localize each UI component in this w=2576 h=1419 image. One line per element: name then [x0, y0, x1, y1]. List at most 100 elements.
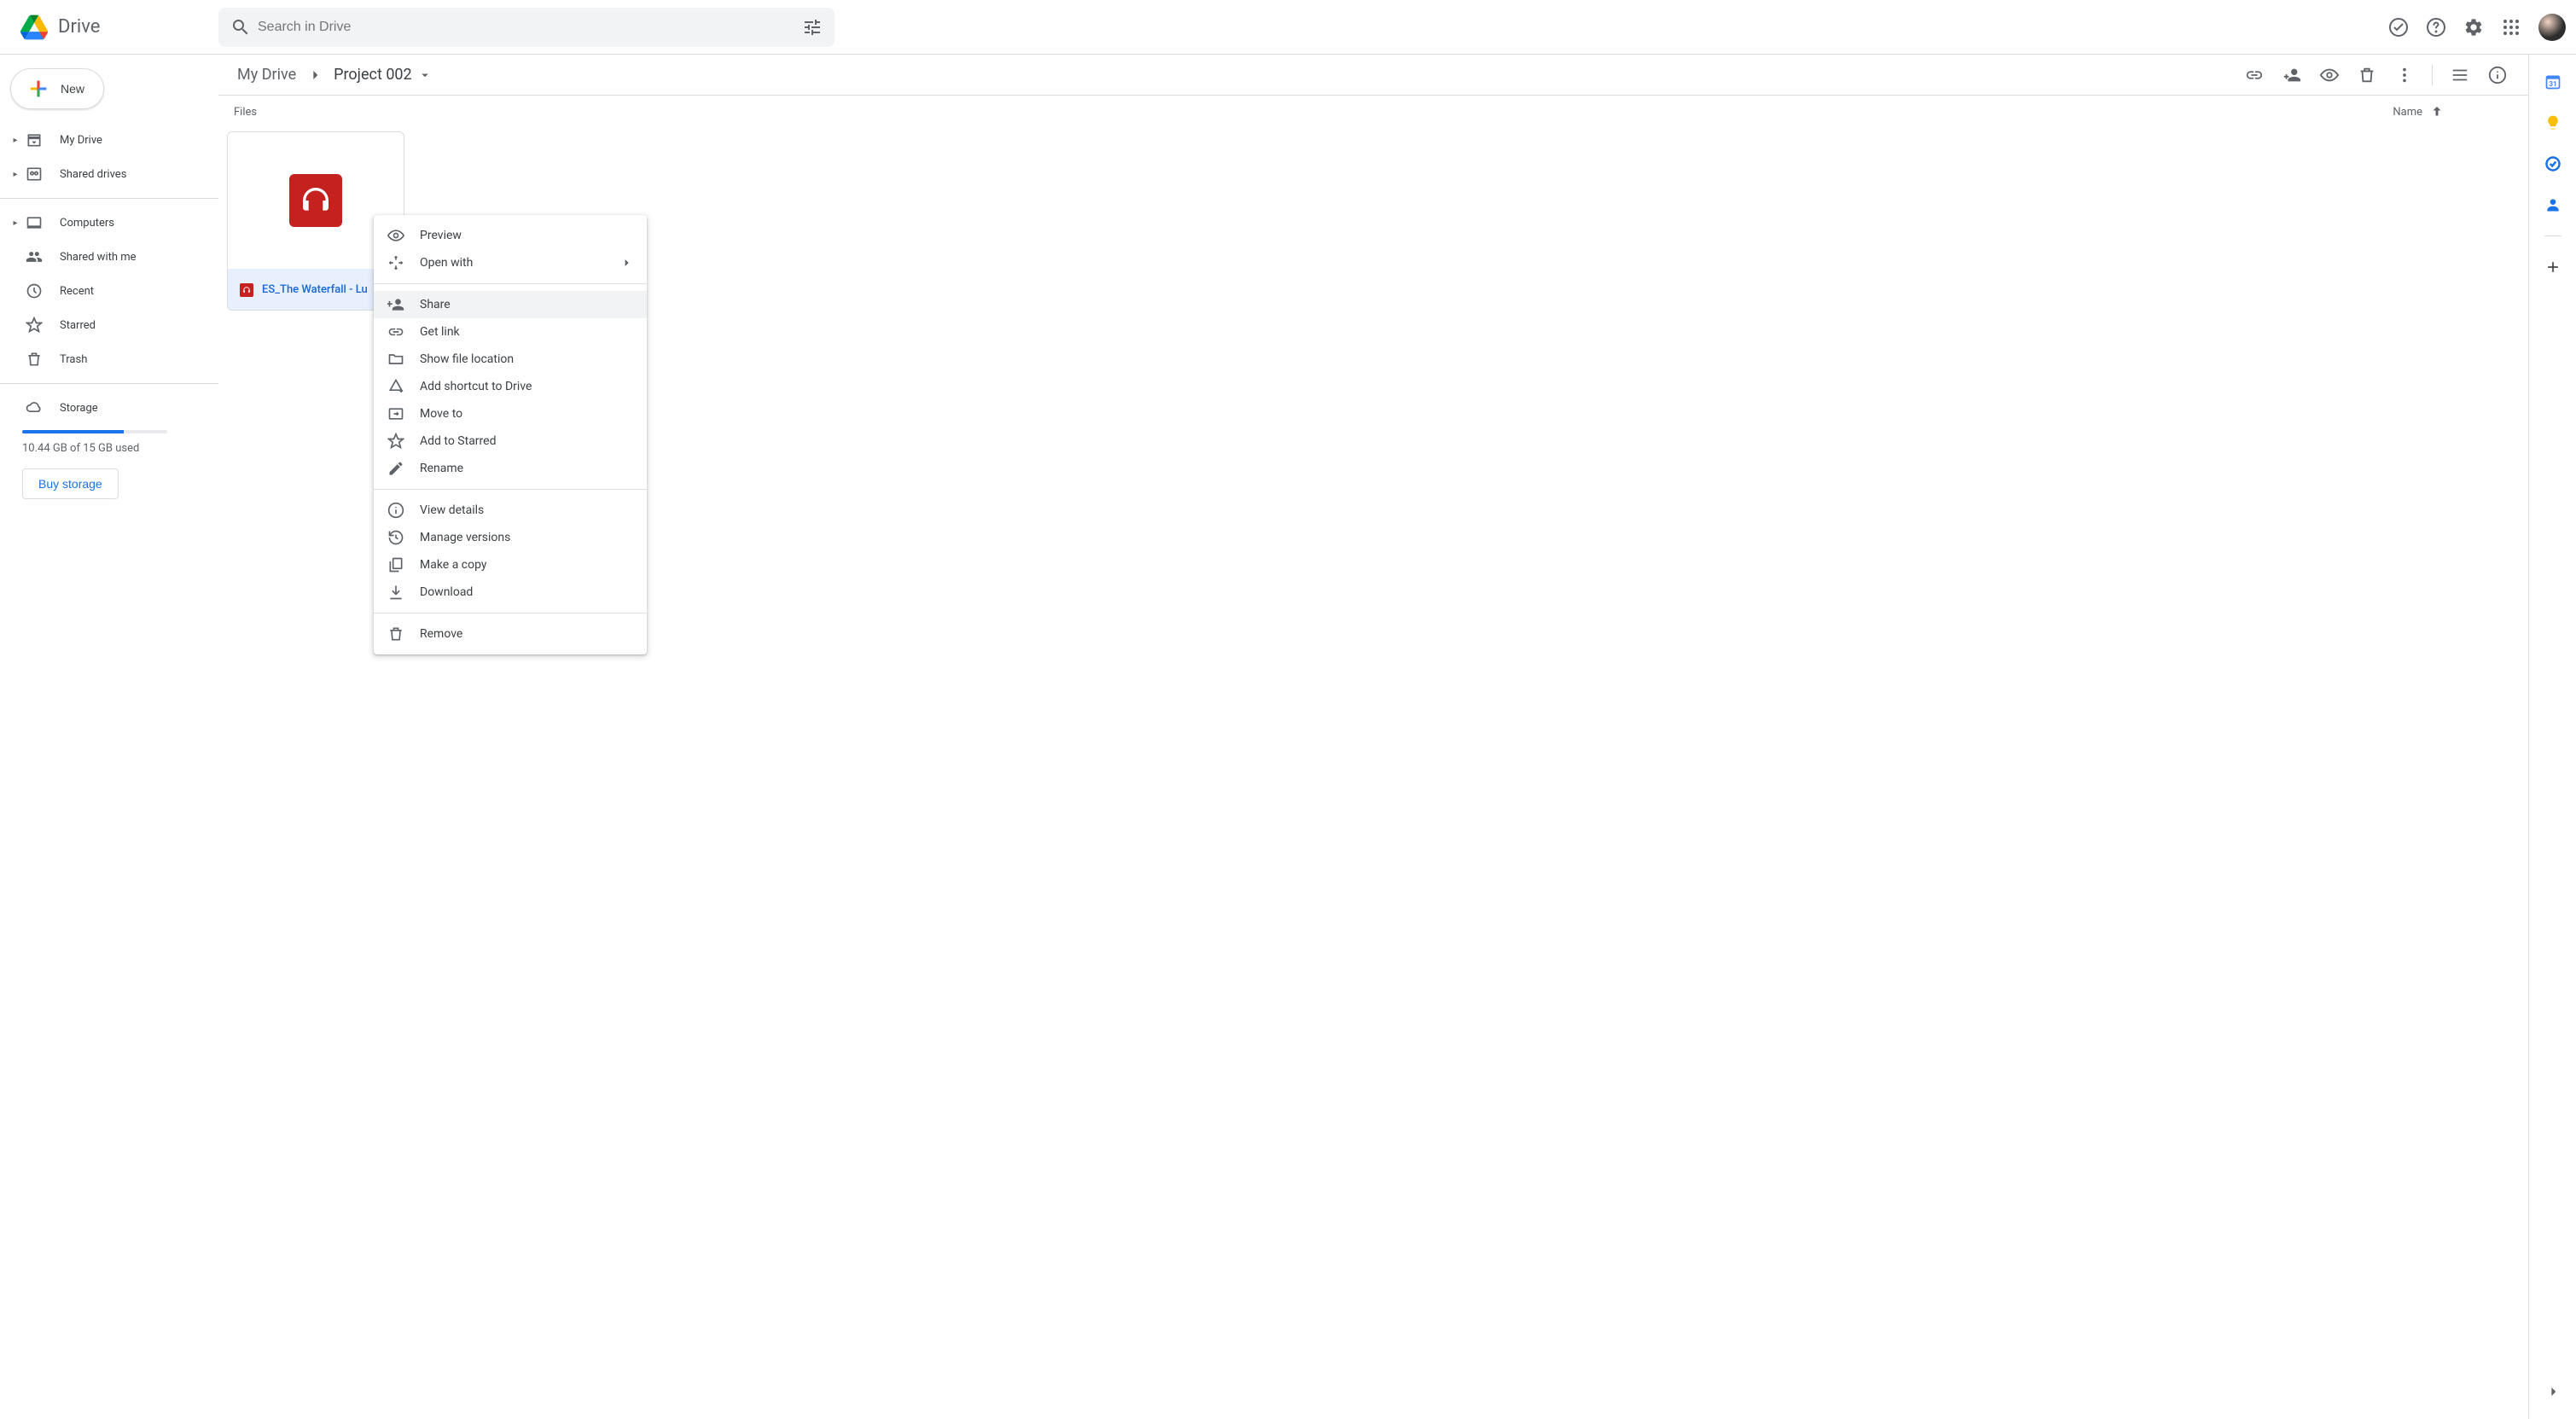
account-avatar[interactable] — [2538, 14, 2566, 41]
sidebar-item-recent[interactable]: Recent — [0, 274, 218, 308]
share-icon[interactable] — [2275, 58, 2309, 92]
ctx-add-shortcut[interactable]: Add shortcut to Drive — [374, 373, 647, 400]
copy-icon — [387, 556, 404, 573]
get-link-icon[interactable] — [2237, 58, 2271, 92]
list-view-icon[interactable] — [2443, 58, 2477, 92]
nav-label: Computers — [60, 217, 114, 230]
ctx-add-starred[interactable]: Add to Starred — [374, 427, 647, 455]
chevron-right-icon — [306, 67, 323, 84]
trash-icon — [24, 349, 44, 369]
sidebar: New ▸ My Drive ▸ Shared drives ▸ Compute… — [0, 55, 218, 1419]
ctx-preview[interactable]: Preview — [374, 222, 647, 249]
sidebar-item-computers[interactable]: ▸ Computers — [0, 206, 218, 240]
main-content: My Drive Project 002 — [218, 55, 2528, 1419]
support-icon[interactable] — [2419, 10, 2453, 44]
sidebar-item-shared-with-me[interactable]: Shared with me — [0, 240, 218, 274]
breadcrumb: My Drive Project 002 — [232, 62, 438, 87]
remove-icon[interactable] — [2350, 58, 2384, 92]
breadcrumb-root[interactable]: My Drive — [232, 62, 301, 87]
ctx-open-with[interactable]: Open with — [374, 249, 647, 276]
search-options-icon[interactable] — [795, 10, 829, 44]
ctx-make-copy[interactable]: Make a copy — [374, 551, 647, 579]
sidebar-item-storage[interactable]: Storage — [0, 391, 218, 425]
preview-icon[interactable] — [2312, 58, 2346, 92]
buy-storage-button[interactable]: Buy storage — [22, 468, 119, 499]
details-icon[interactable] — [2480, 58, 2515, 92]
download-icon — [387, 584, 404, 601]
list-header: Files Name — [218, 96, 2528, 128]
ctx-share[interactable]: Share — [374, 291, 647, 318]
files-heading: Files — [234, 106, 257, 119]
nav-label: Trash — [60, 353, 87, 366]
ctx-download[interactable]: Download — [374, 579, 647, 606]
header: Drive — [0, 0, 2576, 55]
recent-icon — [24, 281, 44, 301]
apps-icon[interactable] — [2494, 10, 2528, 44]
sort-by-name[interactable]: Name — [2393, 104, 2513, 119]
search-input[interactable] — [258, 20, 795, 35]
drive-shortcut-icon — [387, 378, 404, 395]
audio-file-small-icon — [240, 283, 253, 297]
ctx-get-link[interactable]: Get link — [374, 318, 647, 346]
context-menu: Preview Open with Share Get link — [374, 215, 647, 654]
ctx-show-location[interactable]: Show file location — [374, 346, 647, 373]
new-button-label: New — [61, 82, 84, 96]
drive-logo-icon — [17, 10, 51, 44]
sidebar-item-trash[interactable]: Trash — [0, 342, 218, 376]
ctx-manage-versions[interactable]: Manage versions — [374, 524, 647, 551]
expand-icon[interactable]: ▸ — [7, 170, 24, 179]
dropdown-icon — [417, 67, 433, 83]
storage-icon — [24, 398, 44, 418]
shared-drives-icon — [24, 164, 44, 184]
keep-app-icon[interactable] — [2536, 106, 2570, 140]
expand-icon[interactable]: ▸ — [7, 218, 24, 228]
move-icon — [387, 405, 404, 422]
toolbar: My Drive Project 002 — [218, 55, 2528, 96]
sidebar-item-starred[interactable]: Starred — [0, 308, 218, 342]
storage-text: 10.44 GB of 15 GB used — [22, 442, 198, 455]
info-icon — [387, 502, 404, 519]
new-button[interactable]: New — [10, 68, 104, 109]
sidebar-item-shared-drives[interactable]: ▸ Shared drives — [0, 157, 218, 191]
ctx-remove[interactable]: Remove — [374, 620, 647, 648]
nav-label: Recent — [60, 285, 94, 298]
storage-bar — [22, 430, 167, 433]
star-icon — [387, 433, 404, 450]
svg-text:31: 31 — [2549, 80, 2557, 89]
trash-icon — [387, 625, 404, 643]
computers-icon — [24, 212, 44, 233]
open-with-icon — [387, 254, 404, 271]
nav-label: My Drive — [60, 134, 102, 147]
starred-icon — [24, 315, 44, 335]
expand-icon[interactable]: ▸ — [7, 136, 24, 145]
collapse-panel-icon[interactable] — [2536, 1375, 2570, 1409]
ctx-rename[interactable]: Rename — [374, 455, 647, 482]
settings-icon[interactable] — [2457, 10, 2491, 44]
history-icon — [387, 529, 404, 546]
search-icon[interactable] — [224, 10, 258, 44]
tasks-app-icon[interactable] — [2536, 147, 2570, 181]
chevron-right-icon — [619, 256, 633, 270]
add-app-icon[interactable] — [2536, 250, 2570, 284]
search-bar[interactable] — [218, 8, 834, 47]
file-name: ES_The Waterfall - Lu — [262, 283, 368, 296]
more-actions-icon[interactable] — [2387, 58, 2422, 92]
breadcrumb-current[interactable]: Project 002 — [329, 62, 438, 87]
side-panel: 31 — [2528, 55, 2576, 1419]
contacts-app-icon[interactable] — [2536, 188, 2570, 222]
offline-ready-icon[interactable] — [2381, 10, 2416, 44]
logo-area[interactable]: Drive — [7, 10, 218, 44]
link-icon — [387, 323, 404, 340]
nav-label: Starred — [60, 319, 96, 332]
arrow-up-icon — [2429, 104, 2445, 119]
ctx-view-details[interactable]: View details — [374, 497, 647, 524]
nav-label: Storage — [60, 402, 98, 415]
ctx-move-to[interactable]: Move to — [374, 400, 647, 427]
calendar-app-icon[interactable]: 31 — [2536, 65, 2570, 99]
folder-icon — [387, 351, 404, 368]
files-area[interactable]: ES_The Waterfall - Lu Preview Open with — [218, 128, 2528, 1419]
eye-icon — [387, 227, 404, 244]
plus-icon — [26, 77, 50, 101]
sidebar-item-my-drive[interactable]: ▸ My Drive — [0, 123, 218, 157]
pencil-icon — [387, 460, 404, 477]
